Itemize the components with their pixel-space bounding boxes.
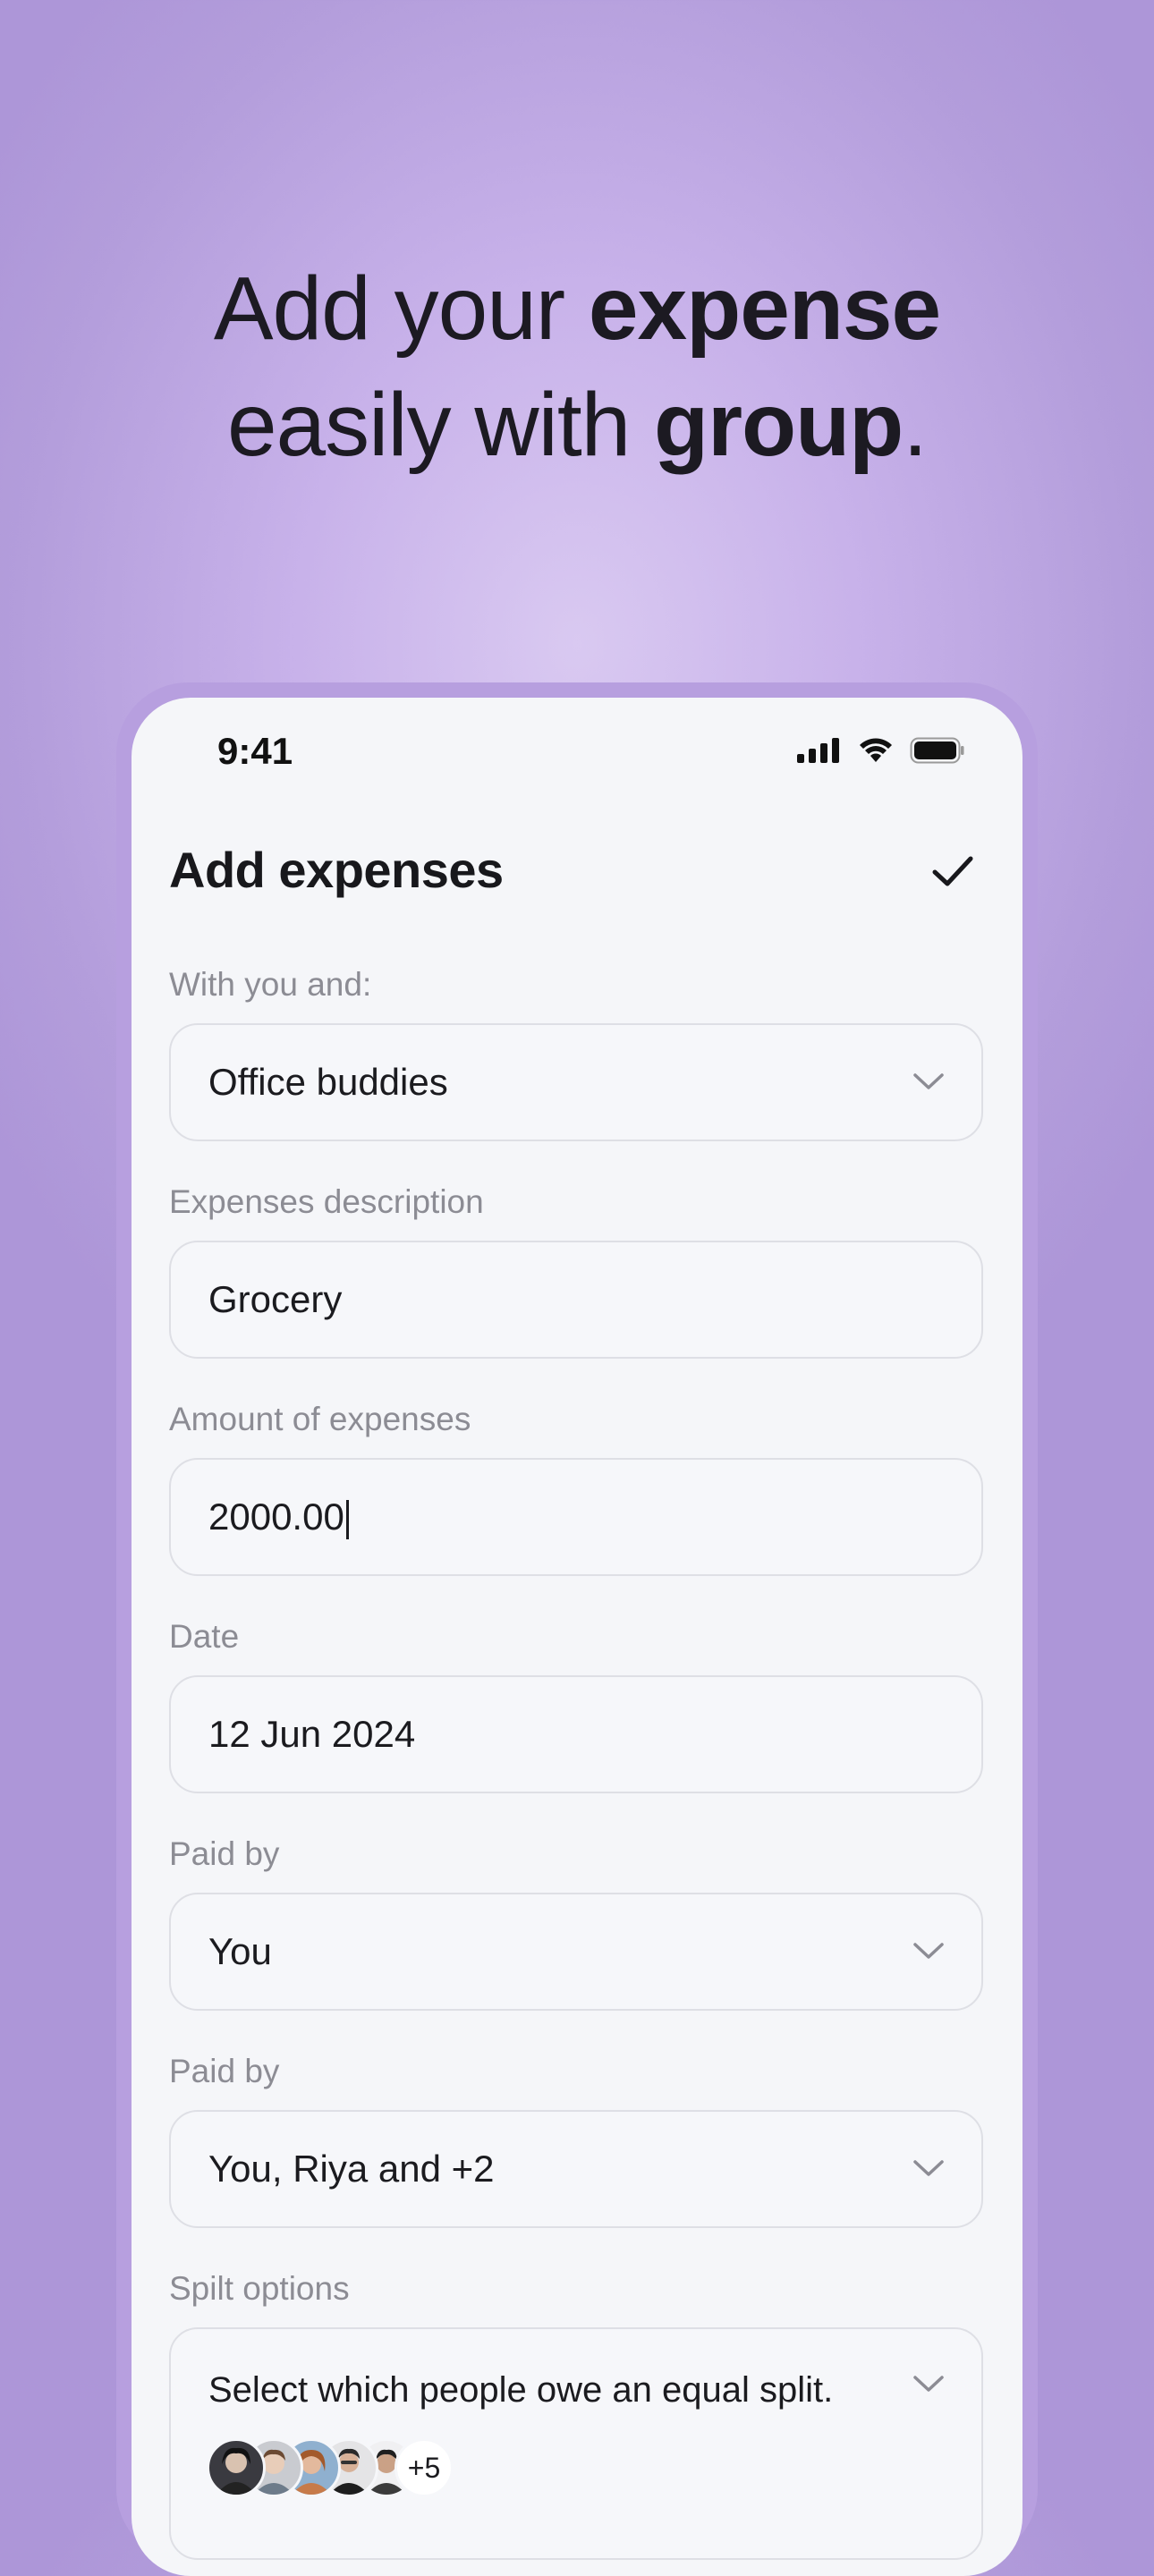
cellular-signal-icon [797,738,839,763]
amount-input-value: 2000.00 [208,1496,344,1538]
split-options-value: Select which people owe an equal split. [208,2370,834,2410]
avatar [207,2438,266,2497]
headline-line-1: Add your expense [0,250,1154,367]
description-input[interactable]: Grocery [169,1241,983,1359]
headline-text: . [903,375,928,475]
phone-screen: 9:41 Add expenses With you and: Office b… [132,698,1022,2576]
text-cursor [345,1499,349,1539]
status-bar: 9:41 [132,698,1022,805]
paid-by-label: Paid by [169,1835,280,1872]
description-input-value: Grocery [208,1278,343,1320]
chevron-down-icon [913,1073,944,1089]
headline-text: easily with [226,375,654,475]
description-label: Expenses description [169,1183,484,1220]
amount-input-value-wrap: 2000.00 [208,1460,349,1574]
split-options-label: Spilt options [169,2270,350,2307]
checkmark-icon[interactable] [928,846,978,896]
status-time: 9:41 [217,730,293,772]
wifi-icon [860,738,892,762]
participant-avatars[interactable]: +5 [207,2438,454,2497]
headline-emphasis: expense [588,258,941,359]
chevron-down-icon [913,1943,944,1959]
status-icons [797,737,965,764]
group-select-value: Office buddies [208,1061,448,1103]
amount-label: Amount of expenses [169,1401,471,1437]
paid-by-select-value: You [208,1930,272,1972]
chevron-down-icon [913,2376,944,2392]
headline-emphasis: group [654,375,904,475]
amount-input[interactable]: 2000.00 [169,1458,983,1576]
split-options-select[interactable]: Select which people owe an equal split. … [169,2327,983,2560]
paid-by-2-select-value: You, Riya and +2 [208,2148,495,2190]
promo-headline: Add your expense easily with group. [0,250,1154,483]
date-label: Date [169,1618,240,1655]
group-label: With you and: [169,966,372,1003]
group-select[interactable]: Office buddies [169,1023,983,1141]
date-input-value: 12 Jun 2024 [208,1713,416,1755]
battery-icon [910,737,964,764]
paid-by-2-label: Paid by [169,2053,280,2089]
date-input[interactable]: 12 Jun 2024 [169,1675,983,1793]
paid-by-2-select[interactable]: You, Riya and +2 [169,2110,983,2228]
more-participants-count: +5 [395,2438,454,2497]
chevron-down-icon [913,2160,944,2176]
paid-by-select[interactable]: You [169,1893,983,2011]
headline-line-2: easily with group. [0,367,1154,483]
headline-text: Add your [213,258,589,359]
page-title: Add expenses [169,842,504,898]
